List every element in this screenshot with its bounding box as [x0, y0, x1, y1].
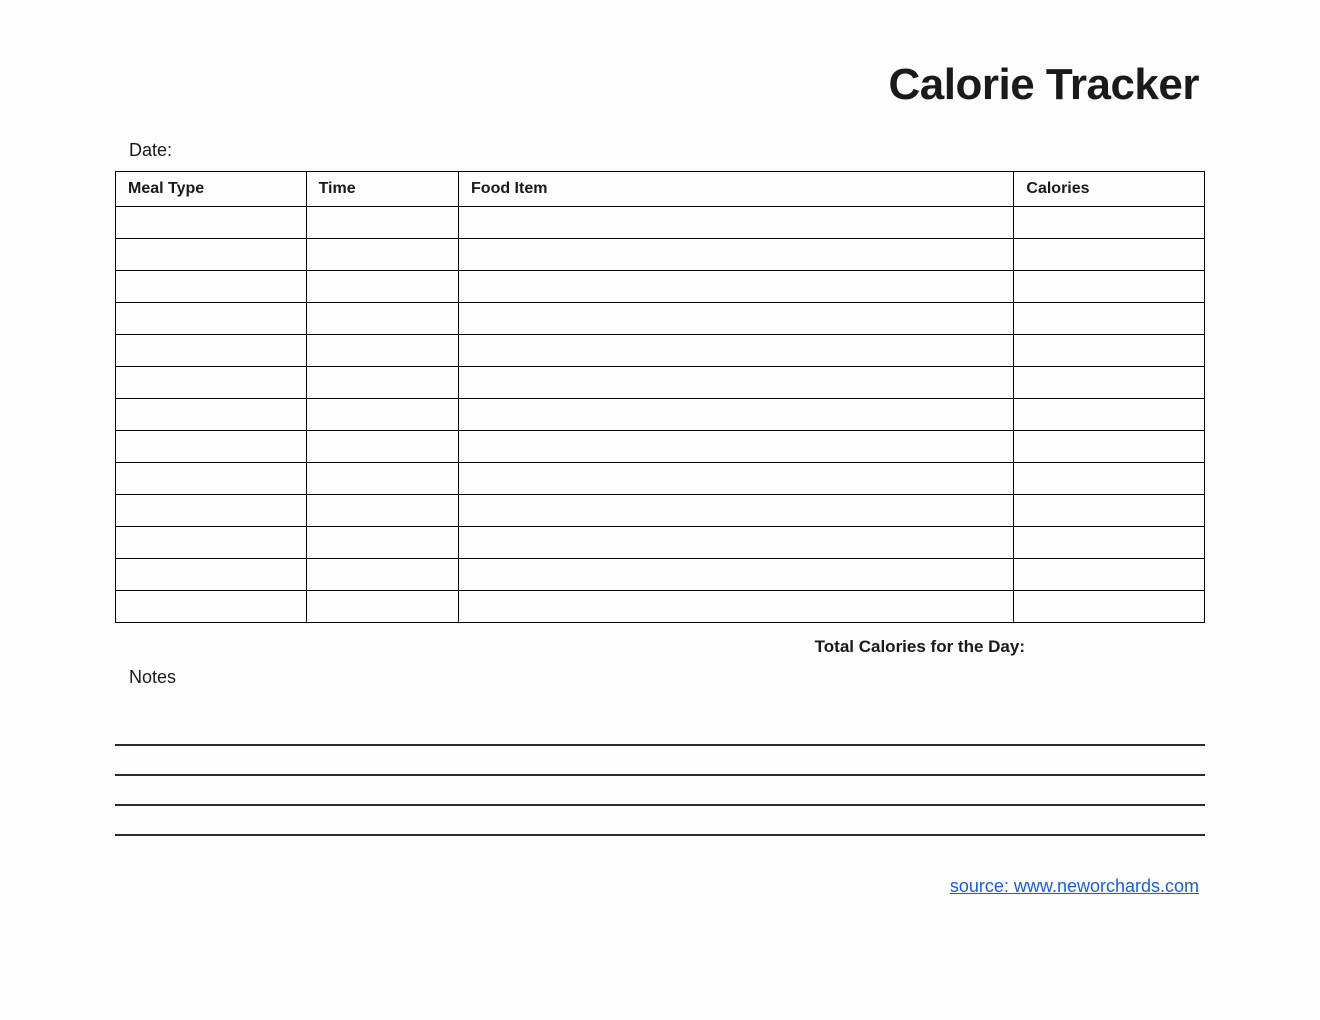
source-link[interactable]: source: www.neworchards.com	[950, 876, 1199, 896]
table-row	[116, 335, 1205, 367]
cell-food[interactable]	[459, 335, 1014, 367]
cell-time[interactable]	[306, 239, 458, 271]
cell-time[interactable]	[306, 399, 458, 431]
cell-food[interactable]	[459, 591, 1014, 623]
cell-meal[interactable]	[116, 239, 307, 271]
table-row	[116, 399, 1205, 431]
cell-meal[interactable]	[116, 495, 307, 527]
col-header-calories: Calories	[1014, 172, 1205, 207]
table-row	[116, 591, 1205, 623]
cell-calories[interactable]	[1014, 303, 1205, 335]
tracker-table: Meal Type Time Food Item Calories	[115, 171, 1205, 623]
cell-meal[interactable]	[116, 367, 307, 399]
cell-calories[interactable]	[1014, 207, 1205, 239]
cell-calories[interactable]	[1014, 495, 1205, 527]
cell-meal[interactable]	[116, 271, 307, 303]
cell-time[interactable]	[306, 495, 458, 527]
note-line[interactable]	[115, 746, 1205, 776]
total-calories-label: Total Calories for the Day:	[115, 623, 1205, 657]
cell-food[interactable]	[459, 239, 1014, 271]
col-header-time: Time	[306, 172, 458, 207]
cell-calories[interactable]	[1014, 271, 1205, 303]
cell-time[interactable]	[306, 431, 458, 463]
cell-calories[interactable]	[1014, 367, 1205, 399]
cell-calories[interactable]	[1014, 559, 1205, 591]
cell-meal[interactable]	[116, 399, 307, 431]
cell-time[interactable]	[306, 303, 458, 335]
cell-calories[interactable]	[1014, 527, 1205, 559]
note-line[interactable]	[115, 806, 1205, 836]
cell-meal[interactable]	[116, 527, 307, 559]
table-row	[116, 495, 1205, 527]
table-row	[116, 303, 1205, 335]
cell-food[interactable]	[459, 559, 1014, 591]
cell-time[interactable]	[306, 591, 458, 623]
cell-food[interactable]	[459, 495, 1014, 527]
source-link-container: source: www.neworchards.com	[115, 876, 1205, 897]
cell-food[interactable]	[459, 367, 1014, 399]
cell-time[interactable]	[306, 271, 458, 303]
cell-calories[interactable]	[1014, 335, 1205, 367]
cell-food[interactable]	[459, 303, 1014, 335]
page-title: Calorie Tracker	[115, 60, 1205, 110]
cell-meal[interactable]	[116, 303, 307, 335]
cell-food[interactable]	[459, 431, 1014, 463]
table-row	[116, 207, 1205, 239]
cell-calories[interactable]	[1014, 399, 1205, 431]
cell-meal[interactable]	[116, 335, 307, 367]
cell-time[interactable]	[306, 463, 458, 495]
table-row	[116, 527, 1205, 559]
cell-calories[interactable]	[1014, 463, 1205, 495]
cell-time[interactable]	[306, 367, 458, 399]
cell-time[interactable]	[306, 207, 458, 239]
table-row	[116, 367, 1205, 399]
note-line[interactable]	[115, 776, 1205, 806]
cell-meal[interactable]	[116, 559, 307, 591]
cell-meal[interactable]	[116, 431, 307, 463]
notes-label: Notes	[129, 667, 1205, 688]
col-header-meal: Meal Type	[116, 172, 307, 207]
note-line[interactable]	[115, 716, 1205, 746]
cell-food[interactable]	[459, 271, 1014, 303]
cell-food[interactable]	[459, 399, 1014, 431]
notes-lines	[115, 716, 1205, 836]
cell-calories[interactable]	[1014, 591, 1205, 623]
cell-meal[interactable]	[116, 591, 307, 623]
cell-meal[interactable]	[116, 463, 307, 495]
cell-meal[interactable]	[116, 207, 307, 239]
cell-time[interactable]	[306, 527, 458, 559]
cell-food[interactable]	[459, 207, 1014, 239]
cell-time[interactable]	[306, 335, 458, 367]
cell-calories[interactable]	[1014, 431, 1205, 463]
table-row	[116, 559, 1205, 591]
table-row	[116, 239, 1205, 271]
cell-calories[interactable]	[1014, 239, 1205, 271]
table-row	[116, 271, 1205, 303]
table-row	[116, 431, 1205, 463]
cell-food[interactable]	[459, 463, 1014, 495]
date-label: Date:	[129, 140, 1205, 161]
table-header-row: Meal Type Time Food Item Calories	[116, 172, 1205, 207]
cell-time[interactable]	[306, 559, 458, 591]
table-row	[116, 463, 1205, 495]
col-header-food: Food Item	[459, 172, 1014, 207]
cell-food[interactable]	[459, 527, 1014, 559]
